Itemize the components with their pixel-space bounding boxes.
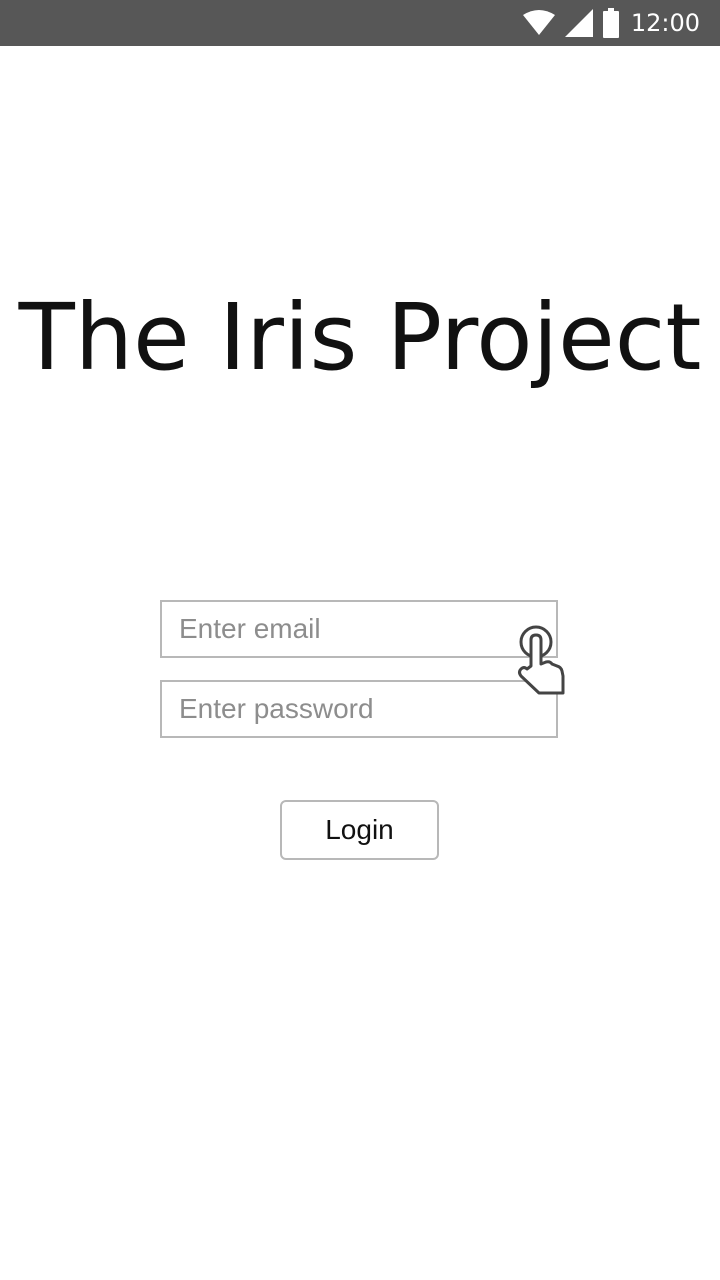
login-button[interactable]: Login <box>280 800 439 860</box>
status-time: 12:00 <box>630 9 700 37</box>
password-field[interactable] <box>160 680 558 738</box>
app-title: The Iris Project <box>18 284 702 391</box>
battery-icon <box>602 8 619 38</box>
status-icons: 12:00 <box>522 0 700 46</box>
tap-hand-icon <box>518 625 565 695</box>
cellular-signal-icon <box>564 9 593 37</box>
email-field[interactable] <box>160 600 558 658</box>
wifi-icon <box>522 10 555 36</box>
status-bar: 12:00 <box>0 0 720 46</box>
